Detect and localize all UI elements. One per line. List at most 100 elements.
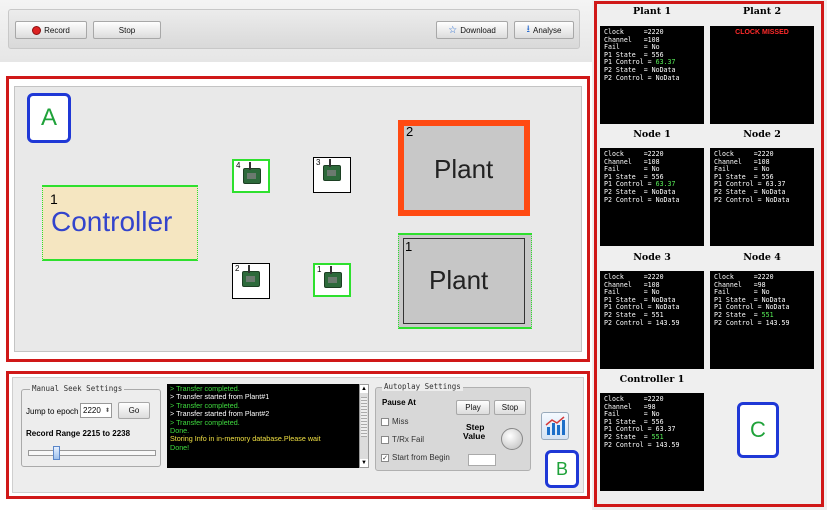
sensor-board-icon [242, 265, 260, 287]
node-3-panel: Node 3 Clock =2220 Channel =108 Fail = No P… [600, 252, 704, 370]
panel-title: Node 3 [633, 252, 671, 263]
controller-1-terminal: Clock =2220 Channel =98 Fail = No P1 State … [600, 393, 704, 491]
start-label: Start from Begin [392, 453, 450, 462]
network-canvas[interactable]: A 1 Controller 2 Plant 1 Plant 4 3 2 1 [14, 86, 582, 352]
node-1-terminal: Clock =2220 Channel =108 Fail = No P1 State… [600, 148, 704, 246]
node-2-panel: Node 2 Clock =2220 Channel =108 Fail = No P… [710, 129, 814, 247]
region-c-tag: C [737, 402, 779, 458]
sensor-board-icon [323, 159, 341, 181]
epoch-slider-handle[interactable] [53, 446, 60, 460]
panel-title: Plant 1 [632, 6, 672, 17]
terminal-line: P2 Control = NoData [714, 195, 790, 204]
step-value-input[interactable] [468, 454, 496, 466]
controller-block[interactable]: 1 Controller [42, 185, 198, 261]
terminal-line: P2 Control = 143.59 [604, 318, 680, 327]
plant-1-panel: Plant 1 Clock =2220 Channel =108 Fail = No… [600, 6, 704, 126]
node-3[interactable]: 3 [313, 157, 351, 193]
value-label: Value [463, 431, 486, 441]
terminal-line: P2 Control = NoData [604, 73, 680, 82]
node-1[interactable]: 1 [313, 263, 351, 297]
controller-id: 1 [50, 191, 58, 207]
sensor-board-icon [243, 162, 261, 184]
panel-title: Node 4 [743, 252, 781, 263]
controller-label: Controller [51, 206, 173, 237]
play-button[interactable]: Play [456, 400, 490, 415]
manual-seek-legend: Manual Seek Settings [30, 384, 125, 393]
node-1-id: 1 [317, 265, 322, 274]
go-button[interactable]: Go [118, 402, 150, 419]
terminal-line: P2 Control = 143.59 [604, 440, 680, 449]
autoplay-stop-button[interactable]: Stop [494, 400, 526, 415]
clock-missed-text: CLOCK MISSED [735, 29, 789, 36]
log-line: Storing Info in in-memory database.Pleas… [170, 434, 321, 444]
panel-title: Controller 1 [619, 374, 685, 385]
start-check-box[interactable]: ✓ [381, 453, 389, 462]
node-4-terminal: Clock =2220 Channel =98 Fail = No P1 State … [710, 271, 814, 369]
go-label: Go [128, 406, 140, 415]
scroll-thumb[interactable] [361, 397, 367, 437]
terminal-line: P2 Control = NoData [604, 195, 680, 204]
manual-seek-group: Manual Seek Settings Jump to epoch 2220 … [21, 384, 161, 467]
autoplay-stop-label: Stop [501, 403, 519, 412]
node-4-id: 4 [236, 161, 241, 170]
record-label: Record [44, 25, 70, 35]
bar-chart-icon [545, 416, 565, 435]
record-button[interactable]: Record [15, 21, 87, 39]
node-2[interactable]: 2 [232, 263, 270, 299]
region-a-tag: A [27, 93, 71, 143]
analyse-icon: ⭳ [526, 23, 531, 35]
stop-label: Stop [118, 25, 136, 35]
download-label: Download [460, 25, 496, 35]
epoch-slider-track[interactable] [28, 446, 156, 460]
spin-arrows-icon[interactable]: ⬍ [105, 405, 110, 418]
plant-1-terminal: Clock =2220 Channel =108 Fail = No P1 State… [600, 26, 704, 124]
node-1-panel: Node 1 Clock =2220 Channel =108 Fail = No P… [600, 129, 704, 247]
epoch-value: 2220 [83, 406, 101, 415]
region-b-tag: B [545, 450, 579, 488]
toolbar: Record Stop ☆ Download ⭳ Analyse [0, 0, 592, 62]
download-button[interactable]: ☆ Download [436, 21, 508, 39]
node-4[interactable]: 4 [232, 159, 270, 193]
play-label: Play [465, 403, 481, 412]
epoch-spinbox[interactable]: 2220 ⬍ [80, 403, 112, 418]
step-value-dial[interactable] [501, 428, 523, 450]
log-scrollbar[interactable]: ▲ ▼ [359, 384, 369, 468]
highlight-value: 551 [651, 432, 664, 441]
plant-2-terminal: CLOCK MISSED [710, 26, 814, 124]
jump-label: Jump to epoch [26, 407, 79, 416]
autoplay-group: Autoplay Settings Pause At Play Stop Mis… [375, 382, 531, 471]
plant-1-label: Plant [429, 265, 489, 295]
highlight-value: 551 [761, 310, 774, 319]
plant-2-panel: Plant 2 CLOCK MISSED [710, 6, 814, 126]
controller-1-panel: Controller 1 Clock =2220 Channel =98 Fail … [600, 374, 704, 492]
node-3-id: 3 [316, 158, 321, 167]
scroll-up-icon[interactable]: ▲ [360, 385, 368, 393]
start-from-begin-checkbox[interactable]: ✓ Start from Begin [381, 453, 450, 462]
log-line: > Transfer completed. [170, 417, 240, 427]
trx-fail-checkbox[interactable]: T/Rx Fail [381, 435, 424, 444]
log-console: > Transfer completed. > Transfer started… [167, 384, 359, 468]
toolbar-strip: Record Stop ☆ Download ⭳ Analyse [8, 9, 580, 49]
sensor-board-icon [324, 266, 342, 288]
record-range-label: Record Range 2215 to 2238 [26, 429, 131, 438]
panel-title: Plant 2 [742, 6, 782, 17]
analytics-chart-button[interactable] [541, 412, 569, 440]
plant-1-block[interactable]: 1 Plant [398, 233, 532, 329]
scroll-down-icon[interactable]: ▼ [360, 459, 368, 467]
plant-2-id: 2 [406, 124, 414, 139]
stop-button[interactable]: Stop [93, 21, 161, 39]
plant-2-label: Plant [434, 154, 494, 184]
trx-check-box[interactable] [381, 435, 389, 444]
plant-1-id: 1 [405, 239, 413, 254]
panel-title: Node 2 [743, 129, 781, 140]
record-icon [32, 25, 42, 35]
pause-at-label: Pause At [382, 398, 416, 407]
miss-check-box[interactable] [381, 417, 389, 426]
node-3-terminal: Clock =2220 Channel =108 Fail = No P1 State… [600, 271, 704, 369]
node-2-id: 2 [235, 264, 240, 273]
miss-checkbox[interactable]: Miss [381, 417, 408, 426]
plant-2-block[interactable]: 2 Plant [398, 120, 530, 216]
autoplay-legend: Autoplay Settings [382, 382, 463, 391]
analyse-button[interactable]: ⭳ Analyse [514, 21, 574, 39]
log-line: Done! [170, 442, 190, 452]
